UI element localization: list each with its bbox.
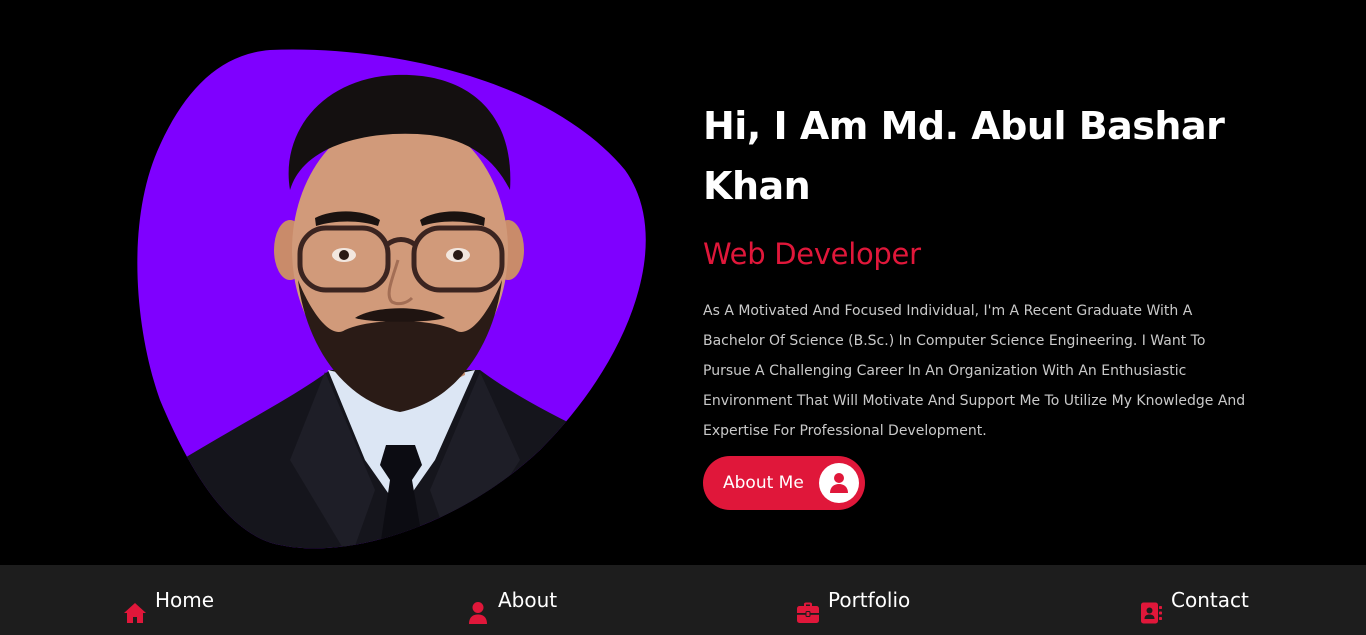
nav-item-contact-label: Contact bbox=[1171, 588, 1249, 612]
user-icon bbox=[466, 586, 490, 624]
briefcase-icon bbox=[796, 586, 820, 623]
nav-item-contact[interactable]: Contact bbox=[1139, 565, 1249, 635]
intro-title-line-2: Khan bbox=[703, 164, 811, 208]
nav-item-about[interactable]: About bbox=[466, 565, 557, 635]
bottom-nav: Home About Portfolio Contact bbox=[0, 565, 1366, 635]
user-circle-icon bbox=[819, 463, 859, 503]
nav-item-portfolio[interactable]: Portfolio bbox=[796, 565, 910, 635]
profile-photo bbox=[137, 49, 646, 549]
home-icon bbox=[123, 586, 147, 623]
profile-portrait bbox=[130, 40, 660, 560]
hero-section: Hi, I Am Md. Abul Bashar Khan Web Develo… bbox=[0, 0, 1366, 565]
about-me-button[interactable]: About Me bbox=[703, 456, 865, 510]
intro-role: Web Developer bbox=[703, 237, 921, 271]
nav-item-home[interactable]: Home bbox=[123, 565, 214, 635]
nav-item-about-label: About bbox=[498, 588, 558, 612]
intro-description: As A Motivated And Focused Individual, I… bbox=[703, 303, 1246, 439]
about-me-button-label: About Me bbox=[723, 473, 804, 493]
intro-title: Hi, I Am Md. Abul Bashar Khan bbox=[703, 96, 1263, 216]
nav-item-home-label: Home bbox=[155, 588, 215, 612]
address-book-icon bbox=[1139, 586, 1163, 624]
intro-block: Hi, I Am Md. Abul Bashar Khan Web Develo… bbox=[703, 96, 1263, 510]
nav-item-portfolio-label: Portfolio bbox=[828, 588, 911, 612]
intro-title-line-1: Hi, I Am Md. Abul Bashar bbox=[703, 104, 1225, 148]
